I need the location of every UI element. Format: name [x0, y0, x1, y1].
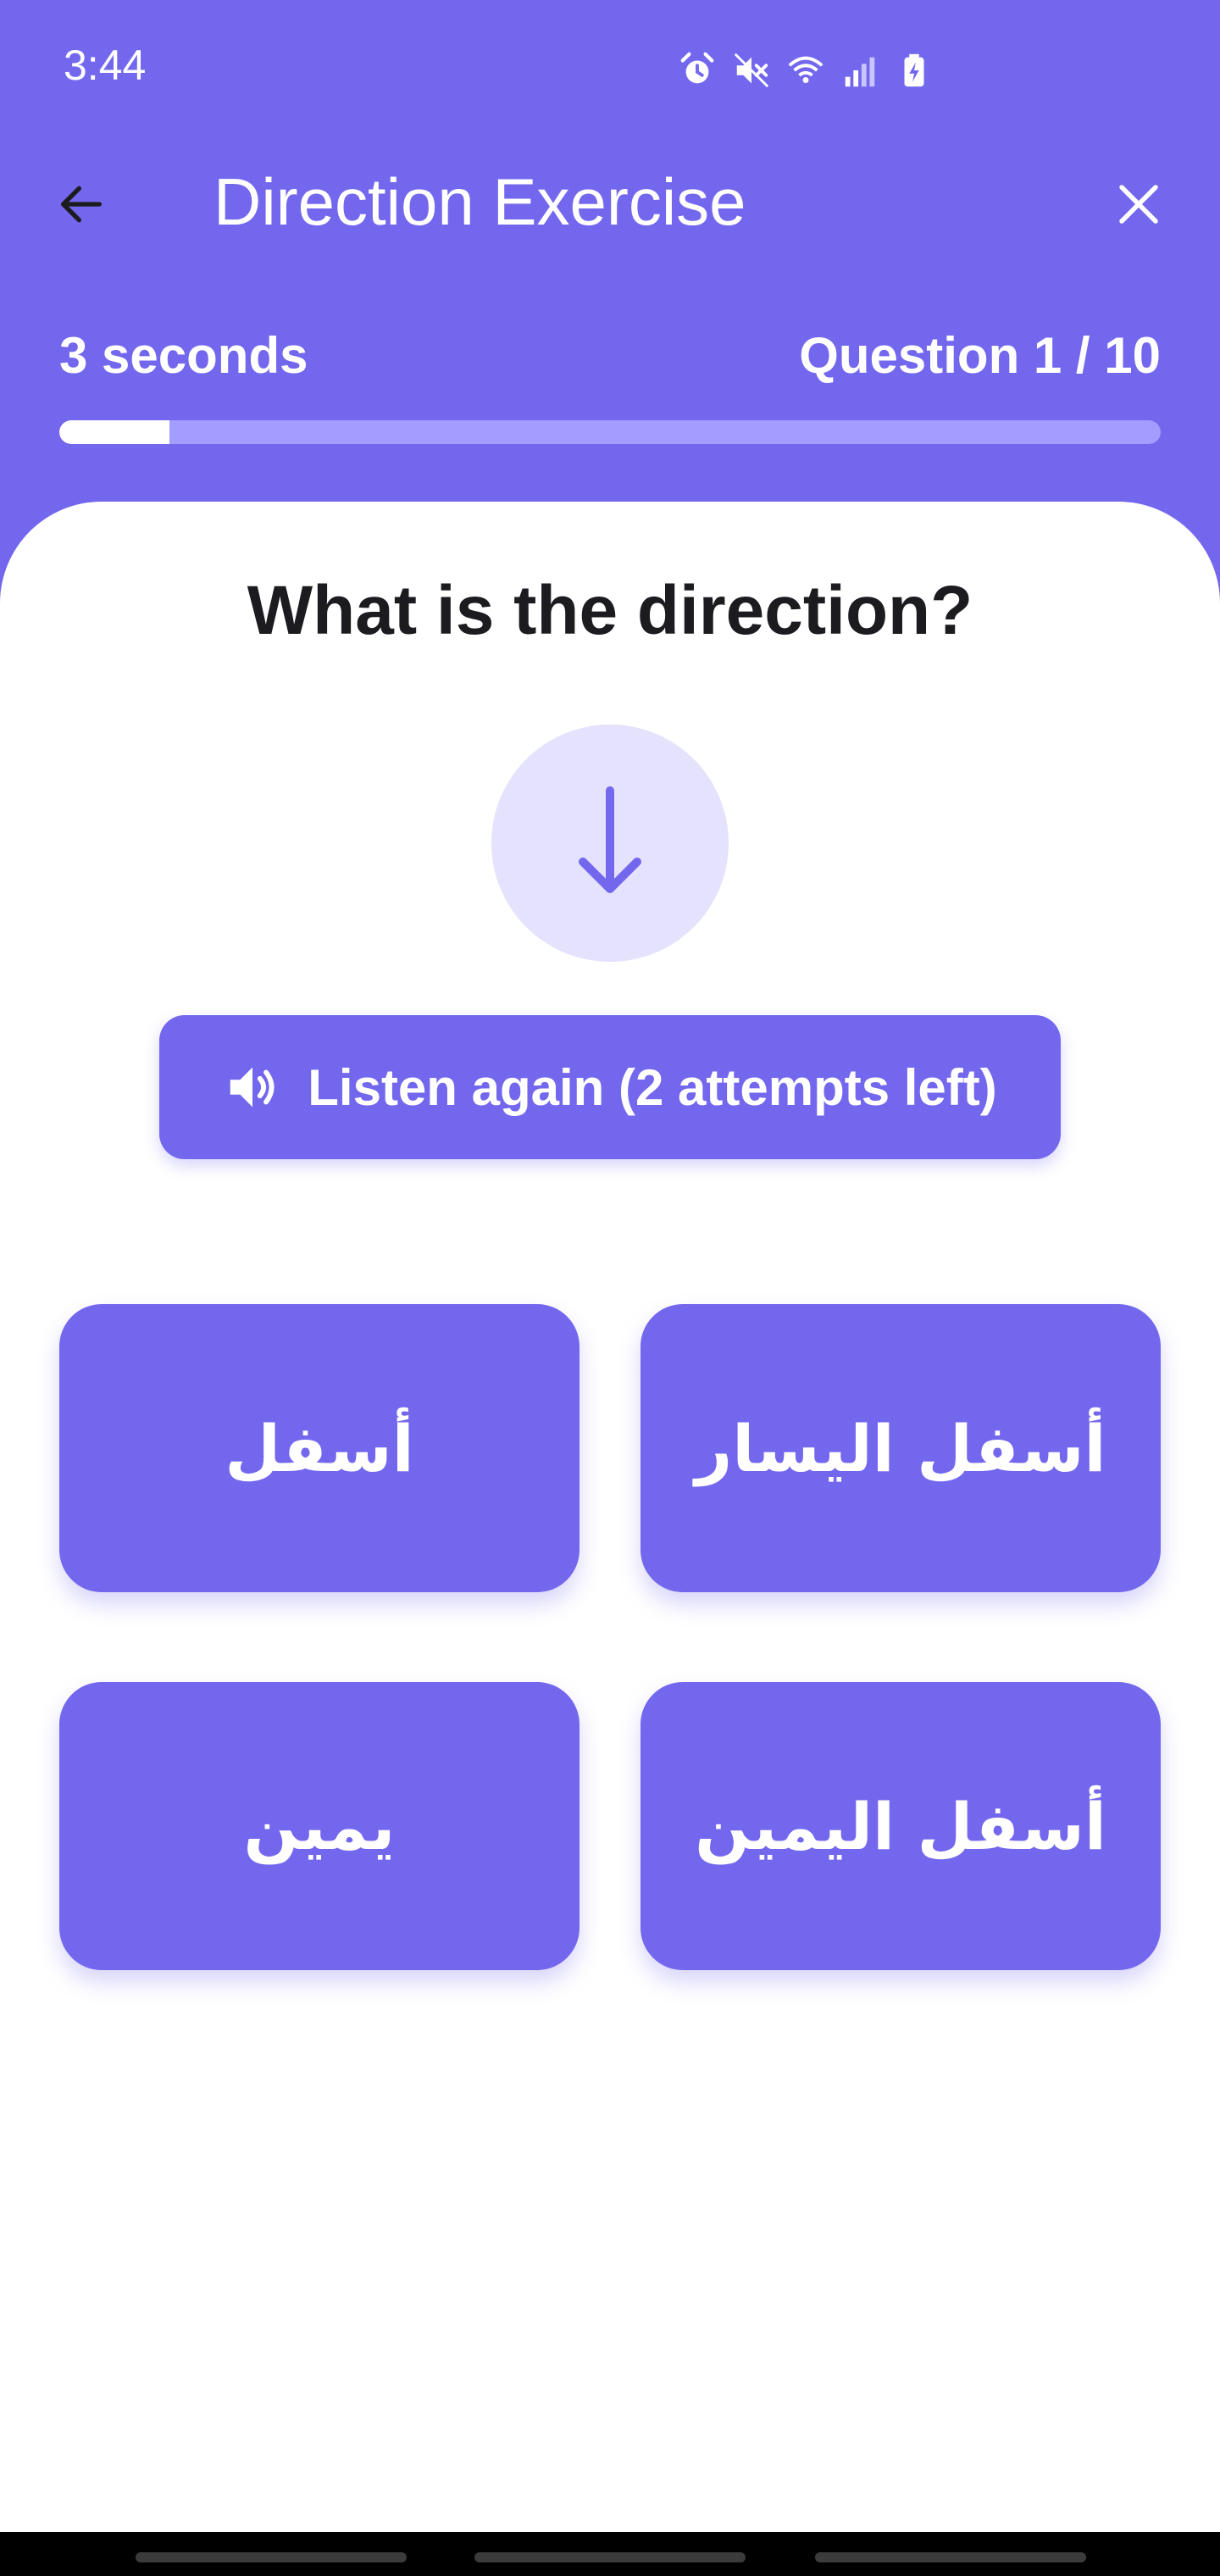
answer-option-label: أسفل — [225, 1410, 414, 1486]
progress-bar-fill — [59, 420, 169, 444]
battery-charging-icon — [895, 51, 934, 90]
close-icon — [1119, 185, 1158, 224]
back-button[interactable] — [51, 174, 112, 235]
status-icons — [678, 51, 934, 90]
signal-icon — [840, 51, 879, 90]
back-arrow-icon — [61, 186, 102, 223]
timer-label: 3 seconds — [59, 327, 308, 384]
arrow-down-icon — [579, 786, 641, 893]
volume-icon — [230, 1067, 274, 1108]
wifi-icon — [786, 51, 825, 90]
system-nav-bar — [0, 2532, 1220, 2576]
listen-again-button[interactable]: Listen again (2 attempts left) — [159, 1015, 1061, 1159]
listen-again-label: Listen again (2 attempts left) — [308, 1058, 997, 1116]
answer-option-3[interactable]: يمين — [59, 1682, 580, 1970]
nav-back[interactable] — [815, 2552, 1086, 2562]
answer-option-label: أسفل اليمين — [695, 1788, 1106, 1864]
question-title: What is the direction? — [247, 572, 973, 649]
status-bar: 3:44 — [0, 0, 1220, 144]
page-title: Direction Exercise — [214, 164, 746, 239]
status-time: 3:44 — [64, 42, 147, 89]
answer-option-label: يمين — [243, 1788, 396, 1864]
alarm-icon — [678, 51, 717, 90]
mute-icon — [732, 51, 771, 90]
close-button[interactable] — [1108, 174, 1169, 235]
answer-option-1[interactable]: أسفل — [59, 1304, 580, 1592]
nav-recent-apps[interactable] — [136, 2552, 407, 2562]
answer-option-label: أسفل اليسار — [695, 1410, 1106, 1486]
progress-bar — [59, 420, 1161, 444]
nav-home[interactable] — [474, 2552, 746, 2562]
direction-indicator — [491, 724, 729, 962]
exercise-card: What is the direction? Listen again (2 a… — [0, 502, 1220, 2532]
progress-header: 3 seconds Question 1 / 10 — [59, 326, 1161, 384]
app-bar: Direction Exercise — [0, 144, 1220, 263]
answer-option-2[interactable]: أسفل اليسار — [640, 1304, 1161, 1592]
answer-option-4[interactable]: أسفل اليمين — [640, 1682, 1161, 1970]
question-counter: Question 1 / 10 — [799, 327, 1161, 384]
